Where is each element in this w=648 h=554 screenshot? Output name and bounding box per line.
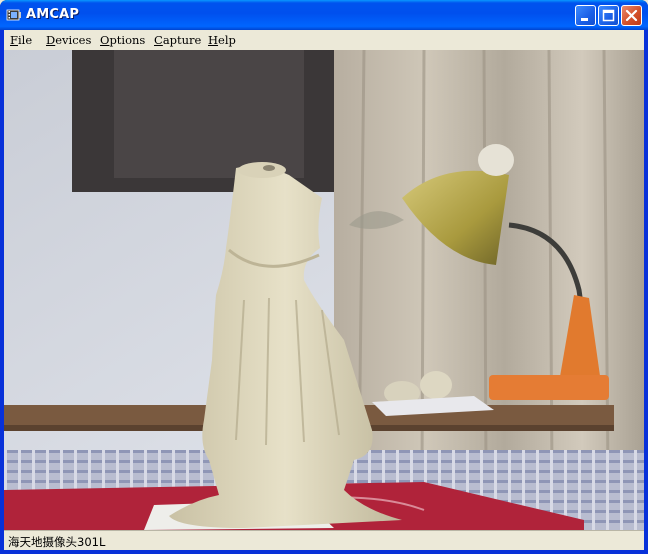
- maximize-icon: [602, 9, 615, 22]
- camera-frame-image: [4, 50, 644, 530]
- window-frame-bottom: [0, 550, 648, 554]
- menu-capture[interactable]: Capture: [154, 33, 201, 47]
- status-device-name: 海天地摄像头301L: [8, 535, 106, 549]
- status-bar: 海天地摄像头301L: [4, 530, 644, 550]
- close-button[interactable]: [621, 5, 642, 26]
- title-bar[interactable]: AMCAP: [0, 0, 648, 30]
- menu-options[interactable]: Options: [100, 33, 145, 47]
- maximize-button[interactable]: [598, 5, 619, 26]
- menu-help[interactable]: Help: [208, 33, 236, 47]
- film-camera-icon[interactable]: [6, 7, 22, 23]
- close-icon: [625, 9, 638, 22]
- amcap-window: AMCAP File Devices Options Capture Help: [0, 0, 648, 554]
- video-preview: [4, 50, 644, 530]
- window-frame-right: [644, 30, 648, 554]
- minimize-icon: [581, 18, 588, 21]
- menu-devices[interactable]: Devices: [46, 33, 91, 47]
- window-title: AMCAP: [26, 7, 80, 22]
- menu-bar: File Devices Options Capture Help: [4, 30, 644, 50]
- menu-file[interactable]: File: [10, 33, 32, 47]
- minimize-button[interactable]: [575, 5, 596, 26]
